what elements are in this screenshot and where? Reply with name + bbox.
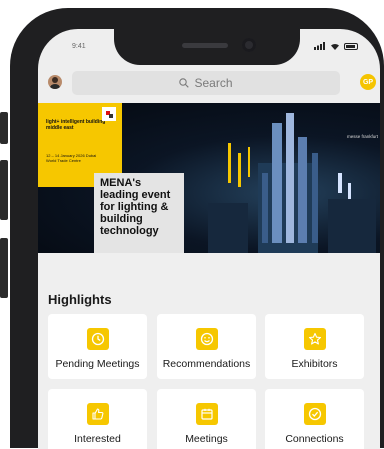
event-banner[interactable]: light+ intelligent building middle east …	[38, 103, 380, 253]
tile-label: Interested	[74, 433, 121, 445]
app-screen: 9:41 Search GP light+ intelligent buildi…	[38, 29, 380, 449]
tile-meetings[interactable]: Meetings	[157, 389, 256, 449]
calendar-icon	[195, 403, 218, 425]
banner-dates: 12 – 14 January 2026 Dubai World Trade C…	[46, 153, 97, 163]
highlights-title: Highlights	[48, 292, 112, 307]
star-icon	[303, 328, 326, 350]
organizer-name: messe frankfurt	[346, 134, 378, 139]
tile-exhibitors[interactable]: Exhibitors	[265, 314, 364, 379]
banner-headline: MENA's leading event for lighting & buil…	[100, 177, 171, 237]
thumbs-up-icon	[86, 403, 109, 425]
battery-icon	[344, 42, 358, 50]
status-time: 9:41	[72, 43, 86, 50]
avatar[interactable]	[48, 75, 62, 89]
camera-icon	[242, 38, 256, 52]
phone-side-button	[0, 238, 8, 298]
search-icon	[179, 78, 190, 88]
search-bar[interactable]: Search	[72, 71, 340, 95]
tile-connections[interactable]: Connections	[265, 389, 364, 449]
tile-label: Exhibitors	[291, 358, 338, 370]
status-icons	[314, 42, 358, 50]
tile-recommendations[interactable]: Recommendations	[157, 314, 256, 379]
wifi-icon	[331, 43, 339, 50]
phone-notch	[114, 29, 300, 65]
check-circle-icon	[303, 403, 326, 425]
tile-label: Meetings	[185, 433, 228, 445]
speaker-grill	[182, 43, 228, 48]
organizer-logo-icon	[102, 107, 116, 121]
phone-side-button	[0, 160, 8, 220]
tile-label: Pending Meetings	[55, 358, 140, 370]
app-header: Search GP	[38, 69, 380, 97]
smiley-icon	[195, 328, 218, 350]
phone-side-button	[0, 112, 8, 144]
banner-headline-card: MENA's leading event for lighting & buil…	[94, 173, 184, 253]
tile-pending-meetings[interactable]: Pending Meetings	[48, 314, 147, 379]
phone-frame: 9:41 Search GP light+ intelligent buildi…	[10, 8, 384, 449]
banner-brand: light+ intelligent building middle east	[46, 119, 106, 131]
profile-initials-badge[interactable]: GP	[360, 74, 376, 90]
banner-artwork	[208, 113, 376, 253]
tile-label: Recommendations	[162, 358, 251, 370]
highlights-section: Highlights Pending Meetings Recommendati…	[38, 253, 380, 449]
search-placeholder: Search	[194, 76, 233, 90]
signal-icon	[314, 42, 325, 50]
clock-icon	[86, 328, 109, 350]
tile-interested[interactable]: Interested	[48, 389, 147, 449]
tile-label: Connections	[285, 433, 344, 445]
